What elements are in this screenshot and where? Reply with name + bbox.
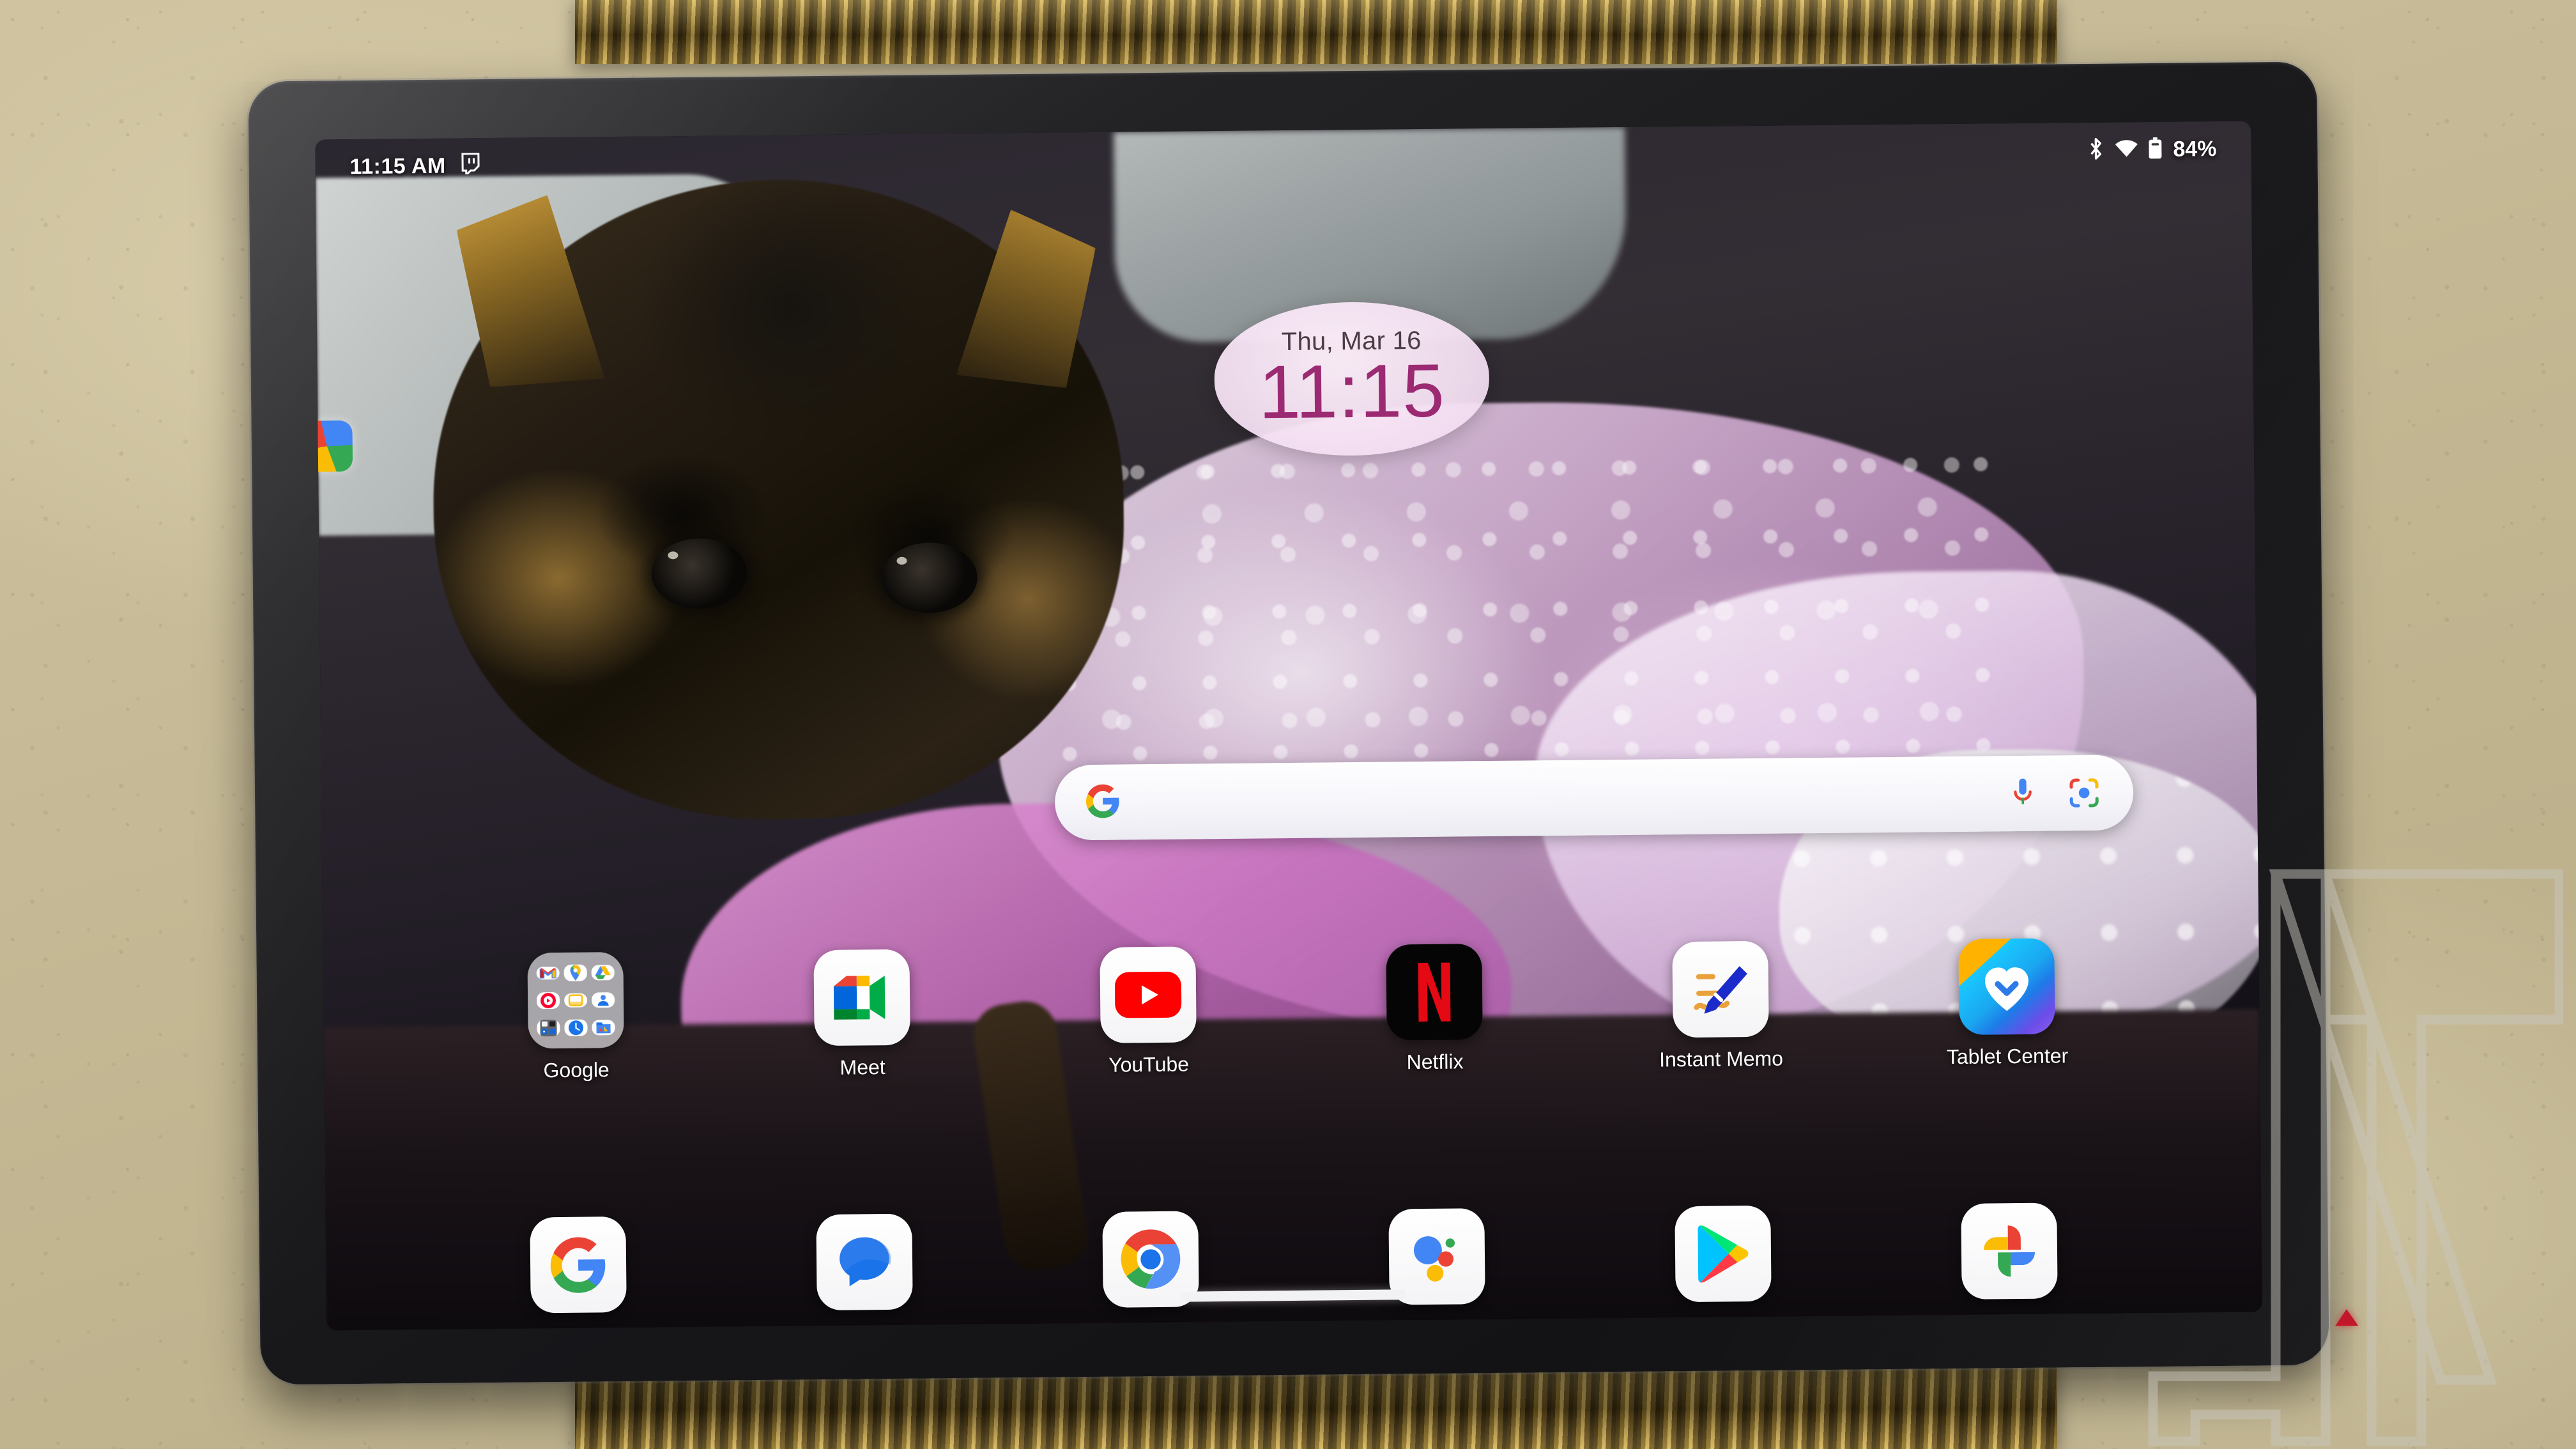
files-icon bbox=[592, 1020, 615, 1036]
tablet-screen[interactable]: 11:15 AM 84% Thu, Mar 16 11:15 Google Me… bbox=[315, 121, 2262, 1331]
dock-app-messages[interactable] bbox=[721, 1213, 1008, 1311]
google-g-logo-icon bbox=[1084, 782, 1122, 823]
wifi-icon bbox=[2114, 139, 2138, 161]
clock-widget-time: 11:15 bbox=[1258, 348, 1446, 435]
home-screen-app-row: Google Meet YouTube Netflix Instant Memo… bbox=[323, 936, 2260, 1084]
tablet-center-icon[interactable] bbox=[1958, 938, 2055, 1035]
app-youtube[interactable]: YouTube bbox=[1004, 946, 1292, 1078]
dock-app-google[interactable] bbox=[434, 1216, 721, 1314]
youtube-icon[interactable] bbox=[1100, 946, 1197, 1043]
battery-percentage: 84% bbox=[2173, 136, 2217, 162]
search-input[interactable] bbox=[1121, 779, 2004, 817]
tablet-device: 11:15 AM 84% Thu, Mar 16 11:15 Google Me… bbox=[248, 61, 2359, 1385]
app-netflix[interactable]: Netflix bbox=[1291, 943, 1578, 1075]
twitch-notification-icon[interactable] bbox=[460, 152, 482, 179]
app-label: Google bbox=[543, 1058, 610, 1082]
dock-app-play-store[interactable] bbox=[1579, 1204, 1866, 1303]
offscreen-app-icon-peek[interactable] bbox=[315, 420, 353, 472]
picture-frame-top-edge bbox=[575, 0, 2057, 64]
google-folder-icon[interactable] bbox=[527, 952, 624, 1049]
voice-search-icon[interactable] bbox=[2003, 776, 2043, 811]
app-label: Netflix bbox=[1406, 1050, 1464, 1074]
google-search-icon[interactable] bbox=[530, 1216, 627, 1314]
drive-icon bbox=[591, 965, 615, 981]
home-gesture-indicator[interactable] bbox=[1181, 1289, 1407, 1302]
netflix-icon[interactable] bbox=[1386, 944, 1483, 1041]
google-lens-icon[interactable] bbox=[2064, 777, 2104, 809]
dock-app-photos[interactable] bbox=[1866, 1202, 2152, 1300]
google-meet-icon[interactable] bbox=[813, 949, 910, 1046]
google-messages-icon[interactable] bbox=[816, 1213, 913, 1311]
google-photos-icon[interactable] bbox=[1961, 1202, 2058, 1300]
instant-memo-icon[interactable] bbox=[1672, 940, 1769, 1038]
wallpaper bbox=[315, 121, 2262, 1331]
app-instant-memo[interactable]: Instant Memo bbox=[1577, 940, 1864, 1072]
status-bar-clock: 11:15 AM bbox=[349, 153, 446, 179]
app-label: Meet bbox=[839, 1055, 885, 1079]
app-label: YouTube bbox=[1108, 1052, 1190, 1077]
battery-icon bbox=[2147, 137, 2163, 162]
play-store-icon[interactable] bbox=[1675, 1205, 1772, 1303]
keep-notes-icon bbox=[564, 993, 588, 1008]
youtube-music-icon bbox=[536, 992, 560, 1009]
led-indicator-icon bbox=[2334, 1308, 2359, 1326]
app-label: Instant Memo bbox=[1659, 1046, 1784, 1071]
clock-icon bbox=[564, 1019, 588, 1036]
app-label: Tablet Center bbox=[1946, 1044, 2069, 1069]
app-meet[interactable]: Meet bbox=[718, 948, 1006, 1080]
app-google-folder[interactable]: Google bbox=[432, 951, 719, 1084]
contacts-icon bbox=[591, 992, 615, 1008]
bluetooth-icon bbox=[2086, 137, 2105, 163]
maps-icon bbox=[564, 964, 587, 981]
google-search-bar[interactable] bbox=[1054, 755, 2134, 841]
app-tablet-center[interactable]: Tablet Center bbox=[1863, 937, 2150, 1070]
calculator-icon bbox=[537, 1019, 560, 1037]
gmail-icon bbox=[536, 966, 560, 980]
